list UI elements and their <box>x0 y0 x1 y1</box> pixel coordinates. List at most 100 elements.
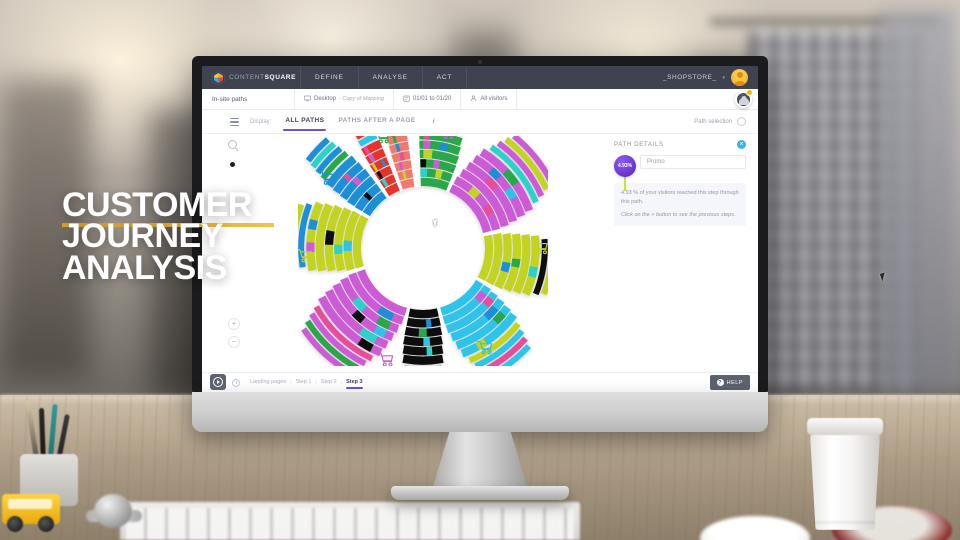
headline-line-3: ANALYSIS <box>62 248 227 287</box>
chart-segment[interactable] <box>334 244 343 255</box>
plaid-garment-secondary <box>880 10 960 390</box>
chart-segment[interactable] <box>324 230 335 245</box>
coffee-cup-lid <box>807 418 883 435</box>
chart-segment[interactable] <box>343 240 353 252</box>
coffee-cup <box>807 418 883 530</box>
play-button[interactable] <box>210 374 226 390</box>
chart-segment[interactable] <box>511 258 521 268</box>
monitor-icon <box>304 95 311 104</box>
topbar-right: _SHOPSTORE_ ▾ <box>663 69 752 86</box>
app-topbar: CONTENTSQUARE DEFINE ANALYSE ACT _SHOPST… <box>202 66 758 89</box>
filter-segment[interactable]: All visitors <box>460 89 516 109</box>
brand-logo[interactable]: CONTENTSQUARE <box>208 70 300 85</box>
bottom-bar: Landing pages / Step 1 / Step 2 / Step 3… <box>202 372 758 392</box>
chart-segment[interactable] <box>426 346 433 356</box>
monitor-stand-foot <box>391 486 569 500</box>
filter-device-label: Desktop <box>314 96 337 102</box>
zoom-controls: + − <box>228 318 240 354</box>
chart-segment[interactable] <box>423 134 430 140</box>
logo-light-text: CONTENT <box>229 74 265 81</box>
chart-segment[interactable] <box>402 345 444 356</box>
chart-segment[interactable] <box>423 140 431 150</box>
path-selection-toggle[interactable] <box>737 117 746 126</box>
breadcrumb-separator: / <box>340 379 343 386</box>
toy-bus-window <box>8 499 52 509</box>
tab-all-paths[interactable]: ALL PATHS <box>283 117 327 131</box>
chart-segment[interactable] <box>315 237 325 250</box>
notification-badge <box>746 89 753 96</box>
breadcrumb-step-1[interactable]: Step 1 <box>295 379 311 387</box>
chart-segment[interactable] <box>307 218 318 231</box>
visualization-canvas[interactable]: + − PATH DETAILS × 4.93% Promo 4.93 % of… <box>202 134 758 372</box>
brand-logo-text: CONTENTSQUARE <box>229 74 296 81</box>
keyboard-keys <box>126 508 574 540</box>
filter-date-range[interactable]: 01/01 to 01/20 <box>392 89 460 109</box>
path-details-pin-row: 4.93% Promo <box>614 155 746 191</box>
menu-icon[interactable] <box>230 118 239 126</box>
node-marker-icon[interactable] <box>230 162 235 167</box>
path-details-note-line1: 4.93 % of your visitors reached this ste… <box>621 190 739 205</box>
chart-segment[interactable] <box>423 149 433 159</box>
toy-bus-wheel <box>7 516 23 532</box>
page-title: In-site paths <box>212 95 248 103</box>
chevron-down-icon[interactable]: ▾ <box>722 75 725 81</box>
account-name[interactable]: _SHOPSTORE_ <box>663 74 716 81</box>
chart-segment[interactable] <box>406 308 440 319</box>
path-selection-control[interactable]: Path selection <box>694 117 758 126</box>
breadcrumb-landing-pages[interactable]: Landing pages <box>250 379 286 387</box>
path-details-header: PATH DETAILS × <box>614 140 746 149</box>
logo-bold-text: SQUARE <box>264 74 297 81</box>
close-icon[interactable]: × <box>737 140 746 149</box>
tab-paths-after-a-page[interactable]: PATHS AFTER A PAGE <box>338 117 415 127</box>
breadcrumb-step-2[interactable]: Step 2 <box>321 379 337 387</box>
monitor-chin <box>192 392 768 432</box>
chart-segment[interactable] <box>306 242 315 253</box>
path-details-title: PATH DETAILS <box>614 141 664 148</box>
contentsquare-logo-icon <box>212 70 225 85</box>
path-details-note-line2: Click on the + button to see the previou… <box>621 212 736 219</box>
info-icon[interactable]: i <box>430 118 438 126</box>
help-button-label: HELP <box>726 379 743 386</box>
chart-segment[interactable] <box>426 318 432 328</box>
chart-segment[interactable] <box>418 356 428 365</box>
pin-stem <box>624 175 626 191</box>
help-button[interactable]: ? HELP <box>709 375 750 390</box>
canvas-left-tools <box>228 140 244 167</box>
nav-item-define[interactable]: DEFINE <box>300 66 358 89</box>
coffee-cup-body <box>810 434 880 530</box>
wrist-watch <box>86 490 142 532</box>
avatar[interactable] <box>731 69 748 86</box>
main-nav: DEFINE ANALYSE ACT <box>300 66 468 89</box>
chart-segment[interactable] <box>527 266 539 278</box>
coffee-cup-seam <box>812 521 878 524</box>
chart-segment[interactable] <box>403 365 443 372</box>
cart-icon-purple[interactable] <box>377 353 394 367</box>
chart-segment[interactable] <box>403 336 443 347</box>
path-step-field[interactable]: Promo <box>640 155 746 169</box>
zoom-in-button[interactable]: + <box>228 318 240 330</box>
chart-segment[interactable] <box>423 337 431 347</box>
path-details-note: 4.93 % of your visitors reached this ste… <box>614 183 746 226</box>
chart-segment[interactable] <box>404 317 442 328</box>
toy-bus <box>2 486 64 532</box>
history-icon[interactable] <box>232 378 240 387</box>
monitor: CONTENTSQUARE DEFINE ANALYSE ACT _SHOPST… <box>192 56 768 392</box>
nav-item-act[interactable]: ACT <box>421 66 468 89</box>
filter-bar: In-site paths Desktop - Copy of Mapping … <box>202 89 758 110</box>
radial-path-chart[interactable] <box>275 134 573 372</box>
zoom-out-button[interactable]: − <box>228 336 240 348</box>
chart-segment[interactable] <box>418 328 427 337</box>
watch-face <box>94 494 132 528</box>
nav-item-analyse[interactable]: ANALYSE <box>357 66 422 89</box>
calendar-icon <box>403 95 410 104</box>
filter-device[interactable]: Desktop - Copy of Mapping <box>294 89 393 109</box>
breadcrumb-step-3[interactable]: Step 3 <box>346 379 363 389</box>
user-icon <box>470 95 477 104</box>
breadcrumb-separator: / <box>290 379 292 386</box>
headline-line-2: JOURNEY <box>62 217 223 256</box>
search-icon[interactable] <box>228 140 237 149</box>
display-toolbar: Display: ALL PATHS PATHS AFTER A PAGE i … <box>202 110 758 134</box>
path-percentage-badge: 4.93% <box>614 155 636 177</box>
chart-segment[interactable] <box>420 159 427 168</box>
chart-segment[interactable] <box>420 168 428 177</box>
